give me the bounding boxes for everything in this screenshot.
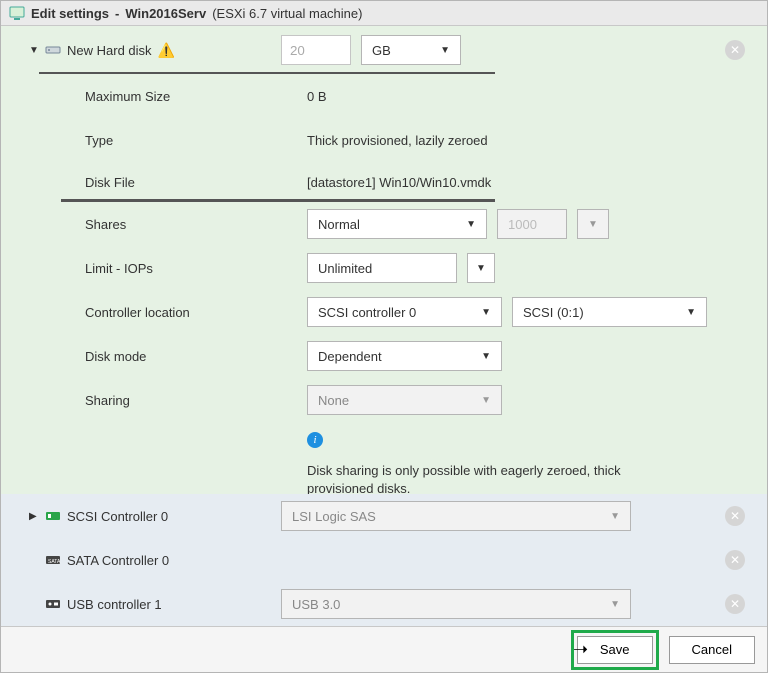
limit-iops-value: Unlimited [318, 261, 372, 276]
controller-location-row: Controller location SCSI controller 0 ▼ … [1, 290, 767, 334]
controller-position-select[interactable]: SCSI (0:1) ▼ [512, 297, 707, 327]
controller-location-label: Controller location [85, 305, 190, 320]
remove-usb-button[interactable]: ✕ [725, 594, 745, 614]
scsi-controller-row[interactable]: ▶ SCSI Controller 0 LSI Logic SAS ▼ ✕ [1, 494, 767, 538]
max-size-value: 0 B [307, 89, 327, 104]
sharing-info-row: i Disk sharing is only possible with eag… [1, 422, 767, 494]
warning-icon: ⚠️ [158, 42, 175, 59]
new-hard-disk-row[interactable]: ▼ New Hard disk ⚠️ GB ▼ ✕ [1, 26, 767, 74]
sata-controller-label: SATA Controller 0 [67, 553, 169, 568]
svg-text:SATA: SATA [48, 559, 61, 565]
save-button[interactable]: Save [577, 636, 653, 664]
cancel-button[interactable]: Cancel [669, 636, 755, 664]
type-row: Type Thick provisioned, lazily zeroed [1, 118, 767, 162]
max-size-label: Maximum Size [85, 89, 170, 104]
chevron-down-icon: ▼ [466, 219, 476, 230]
shares-row: Shares Normal ▼ 1000 ▼ [1, 202, 767, 246]
sata-controller-row[interactable]: SATA SATA Controller 0 ✕ [1, 538, 767, 582]
chevron-down-icon: ▼ [588, 219, 598, 230]
remove-new-disk-button[interactable]: ✕ [725, 40, 745, 60]
chevron-down-icon: ▼ [481, 351, 491, 362]
title-sep: - [115, 6, 119, 21]
chevron-down-icon[interactable]: ▼ [29, 45, 39, 56]
shares-number-value: 1000 [508, 217, 537, 232]
chevron-right-icon[interactable]: ▶ [29, 511, 39, 522]
hard-disk-icon [45, 43, 61, 57]
chevron-down-icon: ▼ [481, 395, 491, 406]
usb-icon [45, 597, 61, 611]
max-size-row: Maximum Size 0 B [1, 74, 767, 118]
vm-icon [9, 5, 25, 21]
content-area: ▼ New Hard disk ⚠️ GB ▼ ✕ Maximum Si [1, 26, 767, 626]
controller-position-value: SCSI (0:1) [523, 305, 584, 320]
disk-size-unit-value: GB [372, 43, 391, 58]
shares-label: Shares [85, 217, 126, 232]
disk-file-label: Disk File [85, 175, 135, 190]
chevron-down-icon: ▼ [686, 307, 696, 318]
shares-number-caret: ▼ [577, 209, 609, 239]
sharing-info-text: Disk sharing is only possible with eager… [307, 462, 685, 498]
chevron-down-icon: ▼ [610, 511, 620, 522]
title-paren: (ESXi 6.7 virtual machine) [212, 6, 362, 21]
sata-icon: SATA [45, 553, 61, 567]
disk-size-input[interactable] [281, 35, 351, 65]
disk-mode-label: Disk mode [85, 349, 146, 364]
usb-controller-label: USB controller 1 [67, 597, 162, 612]
new-disk-label: New Hard disk [67, 43, 152, 58]
disk-size-unit-select[interactable]: GB ▼ [361, 35, 461, 65]
usb-controller-type-value: USB 3.0 [292, 597, 340, 612]
type-label: Type [85, 133, 113, 148]
title-bar: Edit settings - Win2016Serv (ESXi 6.7 vi… [1, 1, 767, 26]
usb-controller-row[interactable]: USB controller 1 USB 3.0 ▼ ✕ [1, 582, 767, 626]
limit-iops-row: Limit - IOPs Unlimited ▼ [1, 246, 767, 290]
usb-controller-type-select: USB 3.0 ▼ [281, 589, 631, 619]
sharing-select: None ▼ [307, 385, 502, 415]
sharing-row: Sharing None ▼ [1, 378, 767, 422]
shares-value: Normal [318, 217, 360, 232]
controller-select[interactable]: SCSI controller 0 ▼ [307, 297, 502, 327]
chevron-down-icon: ▼ [481, 307, 491, 318]
chevron-down-icon: ▼ [610, 599, 620, 610]
limit-iops-label: Limit - IOPs [85, 261, 153, 276]
scsi-controller-label: SCSI Controller 0 [67, 509, 168, 524]
info-icon: i [307, 432, 323, 448]
controller-value: SCSI controller 0 [318, 305, 416, 320]
arrow-indicator-icon: ➝ [573, 639, 588, 660]
limit-iops-input[interactable]: Unlimited [307, 253, 457, 283]
shares-number-input: 1000 [497, 209, 567, 239]
footer: ➝ Save Cancel [1, 626, 767, 672]
scsi-icon [45, 509, 61, 523]
title-app: Edit settings [31, 6, 109, 21]
remove-scsi-button[interactable]: ✕ [725, 506, 745, 526]
sharing-value: None [318, 393, 349, 408]
type-value: Thick provisioned, lazily zeroed [307, 133, 488, 148]
limit-iops-caret[interactable]: ▼ [467, 253, 495, 283]
scsi-controller-type-select: LSI Logic SAS ▼ [281, 501, 631, 531]
shares-select[interactable]: Normal ▼ [307, 209, 487, 239]
remove-sata-button[interactable]: ✕ [725, 550, 745, 570]
disk-file-value: [datastore1] Win10/Win10.vmdk [307, 175, 491, 190]
scsi-controller-type-value: LSI Logic SAS [292, 509, 376, 524]
disk-mode-value: Dependent [318, 349, 382, 364]
sharing-label: Sharing [85, 393, 130, 408]
disk-mode-row: Disk mode Dependent ▼ [1, 334, 767, 378]
chevron-down-icon: ▼ [476, 263, 486, 274]
title-vm: Win2016Serv [125, 6, 206, 21]
chevron-down-icon: ▼ [440, 45, 450, 56]
disk-file-row: Disk File [datastore1] Win10/Win10.vmdk [1, 162, 767, 202]
edit-settings-dialog: Edit settings - Win2016Serv (ESXi 6.7 vi… [0, 0, 768, 673]
disk-mode-select[interactable]: Dependent ▼ [307, 341, 502, 371]
